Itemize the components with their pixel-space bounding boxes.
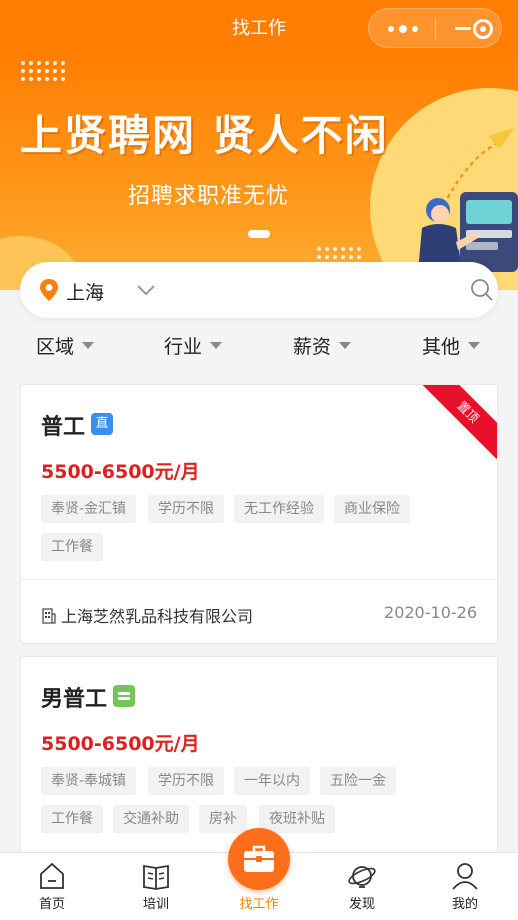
tab-label: 我的 <box>451 897 478 912</box>
tab-label: 发现 <box>348 897 375 912</box>
company-name: 上海芝然乳品科技有限公司 <box>61 607 254 626</box>
direct-hire-badge: 直 <box>91 413 113 435</box>
caret-down-icon <box>468 342 481 349</box>
banner-subline: 招聘求职准无忧 <box>128 184 290 209</box>
company-row[interactable]: 上海芝然乳品科技有限公司 <box>41 603 253 627</box>
building-icon <box>42 608 56 624</box>
top-nav-bar: 找工作 <box>0 0 518 56</box>
user-icon <box>452 863 478 890</box>
tab-label: 首页 <box>38 897 65 912</box>
banner-headline: 上贤聘网 贤人不闲 <box>20 111 389 160</box>
filter-label: 行业 <box>164 336 203 358</box>
location-pin-icon <box>40 279 58 301</box>
job-tag: 学历不限 <box>148 495 224 523</box>
search-bar[interactable]: 上海 <box>20 262 498 318</box>
mini-program-capsule <box>368 8 502 48</box>
job-seeker-illustration <box>414 128 518 290</box>
job-tag: 工作餐 <box>41 533 103 561</box>
tab-home[interactable]: 首页 <box>12 857 92 917</box>
tab-me[interactable]: 我的 <box>425 857 505 917</box>
caret-down-icon <box>339 342 352 349</box>
tab-label: 找工作 <box>239 897 279 912</box>
home-icon <box>40 862 64 889</box>
job-tag: 无工作经验 <box>234 495 324 523</box>
find-job-fab[interactable] <box>228 828 290 890</box>
close-target-icon[interactable] <box>473 19 493 39</box>
more-icon[interactable] <box>383 21 423 37</box>
filter-industry[interactable]: 行业 <box>164 332 223 362</box>
job-tag: 奉贤-奉城镇 <box>41 767 137 795</box>
tab-discover[interactable]: 发现 <box>322 857 402 917</box>
caret-down-icon <box>82 342 95 349</box>
city-selector[interactable]: 上海 <box>66 278 104 305</box>
banner-carousel[interactable]: 上贤聘网 贤人不闲 招聘求职准无忧 <box>0 56 518 290</box>
caret-down-icon <box>210 342 223 349</box>
job-tag: 一年以内 <box>234 767 310 795</box>
job-tag: 奉贤-金汇镇 <box>41 495 137 523</box>
book-icon <box>143 864 169 890</box>
job-tag: 房补 <box>199 805 247 833</box>
pinned-ribbon: 置顶 <box>412 385 497 468</box>
job-tag: 交通补助 <box>113 805 189 833</box>
job-title: 男普工 <box>41 687 108 712</box>
tab-training[interactable]: 培训 <box>116 857 196 917</box>
carousel-indicator <box>248 230 270 238</box>
capsule-divider <box>435 19 436 39</box>
planet-icon <box>348 866 376 888</box>
filter-region[interactable]: 区域 <box>36 332 95 362</box>
filter-label: 区域 <box>36 336 75 358</box>
post-date: 2020-10-26 <box>384 603 477 622</box>
filter-label: 薪资 <box>293 336 332 358</box>
filter-label: 其他 <box>422 336 461 358</box>
job-salary: 5500-6500元/月 <box>41 461 200 483</box>
chevron-down-icon[interactable] <box>136 280 156 300</box>
job-tag: 商业保险 <box>334 495 410 523</box>
verified-badge-icon <box>113 685 135 707</box>
job-salary: 5500-6500元/月 <box>41 733 200 755</box>
filter-other[interactable]: 其他 <box>422 332 481 362</box>
tab-label: 培训 <box>142 897 169 912</box>
job-tag: 学历不限 <box>148 767 224 795</box>
job-tag: 工作餐 <box>41 805 103 833</box>
dot-pattern <box>21 61 65 81</box>
job-tag: 五险一金 <box>320 767 396 795</box>
job-card[interactable]: 置顶 普工 直 5500-6500元/月 奉贤-金汇镇 学历不限 无工作经验 商… <box>20 384 498 644</box>
briefcase-icon <box>244 845 274 872</box>
job-tag: 夜班补贴 <box>259 805 335 833</box>
card-divider <box>21 579 497 580</box>
filter-bar: 区域 行业 薪资 其他 <box>0 332 518 364</box>
filter-salary[interactable]: 薪资 <box>293 332 352 362</box>
search-icon[interactable] <box>470 278 494 302</box>
minimize-icon[interactable] <box>455 27 471 30</box>
job-title: 普工 <box>41 415 86 440</box>
